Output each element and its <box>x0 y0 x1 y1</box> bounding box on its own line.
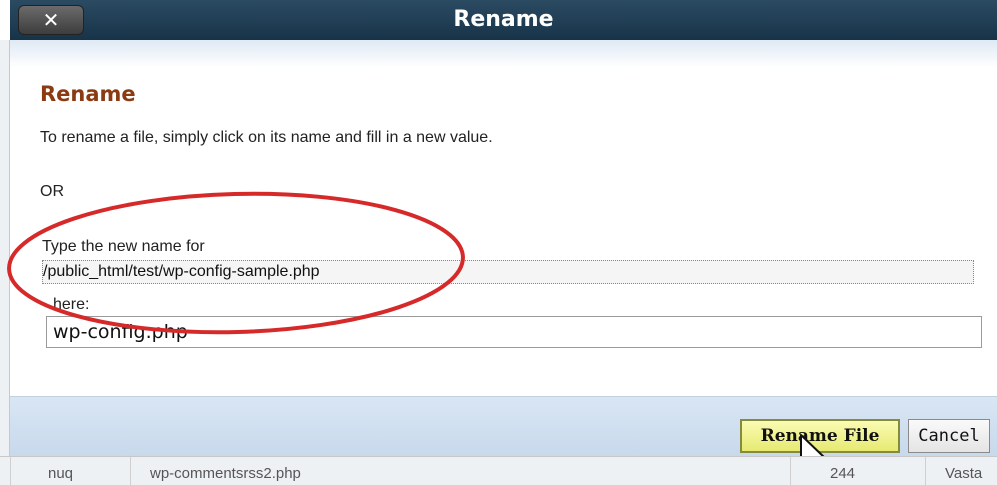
bg-cell: 244 <box>830 465 856 482</box>
bg-separator <box>790 457 791 485</box>
section-heading: Rename <box>40 82 136 106</box>
cancel-button[interactable]: Cancel <box>908 419 990 453</box>
instructions-text: To rename a file, simply click on its na… <box>40 129 493 146</box>
dialog-body: Rename To rename a file, simply click on… <box>10 40 997 396</box>
or-separator-text: OR <box>40 183 64 200</box>
dialog-footer: Rename File Cancel <box>10 396 997 456</box>
dialog-title: Rename <box>453 7 554 32</box>
dialog-titlebar: ✕ Rename <box>10 0 997 40</box>
bg-separator <box>925 457 926 485</box>
new-name-prompt-label: Type the new name for <box>42 238 205 255</box>
bg-cell: Vasta <box>945 465 983 482</box>
new-name-input[interactable] <box>46 316 982 348</box>
background-page-edge <box>0 40 10 456</box>
current-file-path: /public_html/test/wp-config-sample.php <box>42 260 974 284</box>
body-top-shade <box>10 40 997 68</box>
bg-cell: nuq <box>48 465 74 482</box>
bg-separator <box>130 457 131 485</box>
rename-dialog: ✕ Rename Rename To rename a file, simply… <box>0 0 997 485</box>
bg-cell: wp-commentsrss2.php <box>150 465 301 482</box>
here-label: here: <box>53 296 90 313</box>
bg-separator <box>10 457 11 485</box>
background-file-row: nuq wp-commentsrss2.php 244 Vasta <box>0 456 997 485</box>
